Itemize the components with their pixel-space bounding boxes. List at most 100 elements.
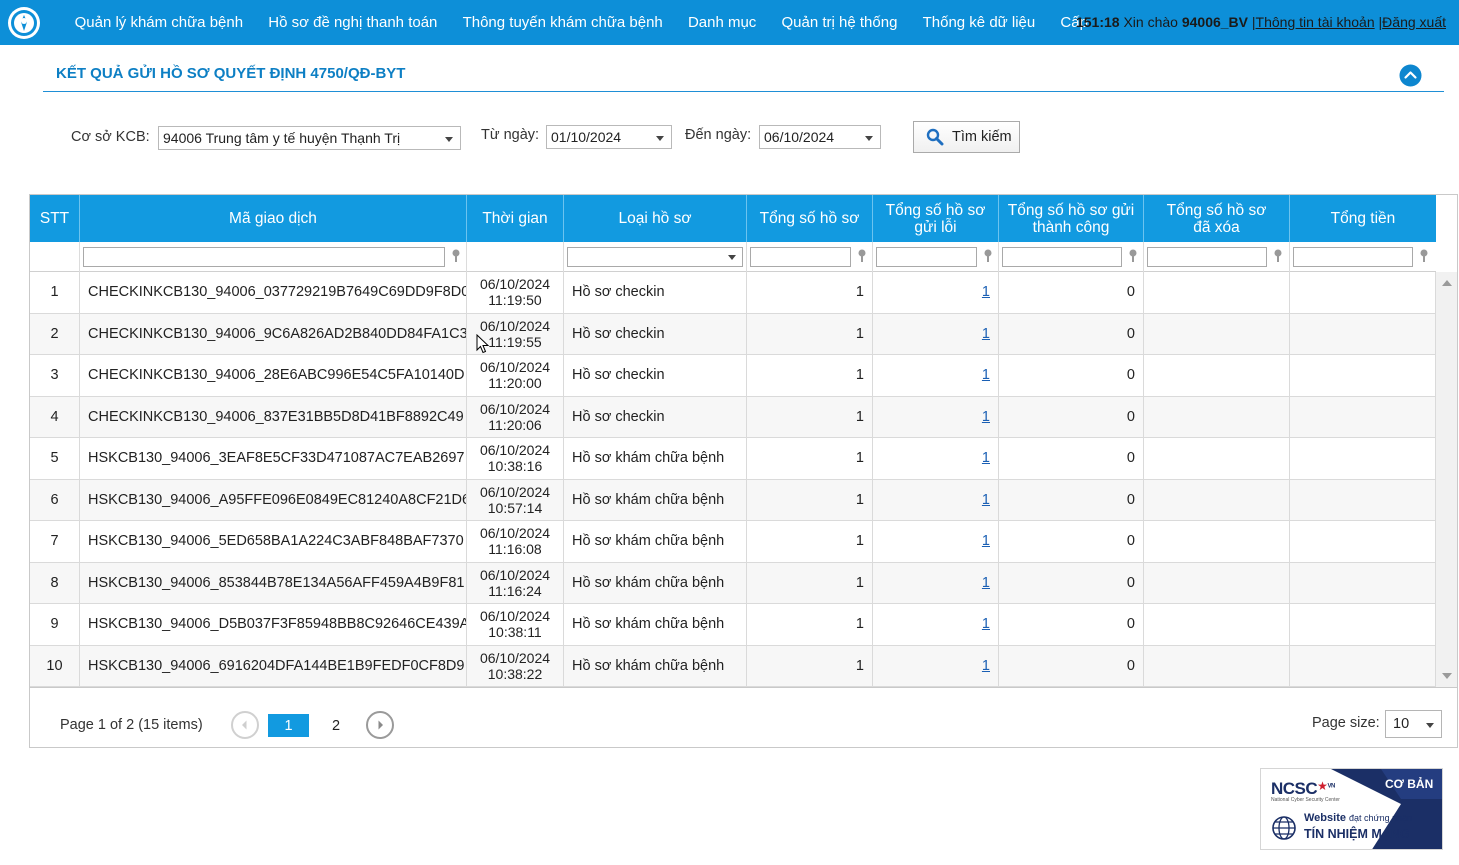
account-info-link[interactable]: Thông tin tài khoản (1256, 14, 1375, 30)
cell-stt-text: 6 (50, 491, 59, 508)
table-row[interactable]: 6 HSKCB130_94006_A95FFE096E0849EC81240A8C… (30, 479, 1436, 521)
cell-total: 1 (747, 479, 873, 520)
cell-success: 0 (999, 355, 1144, 396)
col-ma-giao-dich[interactable]: Mã giao dịch (80, 195, 467, 242)
filter-type-select[interactable] (567, 247, 743, 267)
scroll-up-icon[interactable] (1442, 280, 1452, 286)
table-row[interactable]: 9 HSKCB130_94006_D5B037F3F85948BB8C92646C… (30, 604, 1436, 646)
nav-ho-so-de-nghi-thanh-toan[interactable]: Hồ sơ đề nghị thanh toán (256, 14, 450, 31)
vertical-scrollbar[interactable] (1436, 272, 1457, 687)
error-count-link[interactable]: 1 (982, 450, 990, 466)
table-row[interactable]: 3 CHECKINKCB130_94006_28E6ABC996E54C5FA10… (30, 355, 1436, 397)
logout-link[interactable]: Đăng xuất (1382, 14, 1446, 30)
table-row[interactable]: 4 CHECKINKCB130_94006_837E31BB5D8D41BF889… (30, 396, 1436, 438)
cell-total-text: 1 (855, 284, 864, 301)
next-page-button[interactable] (366, 711, 394, 739)
cell-type: Hồ sơ khám chữa bệnh (564, 521, 747, 562)
cell-clock: 10:38:22 (487, 665, 543, 682)
error-count-link[interactable]: 1 (982, 409, 990, 425)
error-count-link[interactable]: 1 (982, 284, 990, 300)
filter-icon[interactable] (450, 249, 462, 263)
cell-total-text: 1 (855, 574, 864, 591)
cell-success: 0 (999, 438, 1144, 479)
nav-quan-ly-kham-chua-benh[interactable]: Quản lý khám chữa bệnh (62, 14, 256, 31)
error-count-link[interactable]: 1 (982, 367, 990, 383)
filter-total-input[interactable] (750, 247, 851, 267)
cell-error: 1 (873, 645, 999, 686)
badge-line1-bold: Website (1304, 812, 1346, 824)
cell-amount (1290, 479, 1436, 520)
to-date-value: 06/10/2024 (764, 129, 835, 145)
nav-thong-tuyen[interactable]: Thông tuyến khám chữa bệnh (450, 14, 675, 31)
cell-success: 0 (999, 521, 1144, 562)
collapse-chevron-up-icon[interactable] (1399, 64, 1422, 87)
ncsc-trust-badge[interactable]: NCSC★VN National Cyber Security Center C… (1260, 768, 1443, 850)
cell-total: 1 (747, 313, 873, 354)
table-row[interactable]: 5 HSKCB130_94006_3EAF8E5CF33D471087AC7EAB… (30, 438, 1436, 480)
col-thoi-gian[interactable]: Thời gian (467, 195, 564, 242)
table-row[interactable]: 1 CHECKINKCB130_94006_037729219B7649C69DD… (30, 272, 1436, 314)
nav-quan-tri-he-thong[interactable]: Quản trị hệ thống (769, 14, 910, 31)
cell-type-text: Hồ sơ checkin (572, 367, 665, 384)
cell-amount (1290, 645, 1436, 686)
filter-cell-stt (30, 242, 80, 272)
filter-success-input[interactable] (1002, 247, 1122, 267)
cell-code-text: CHECKINKCB130_94006_9C6A826AD2B840DD84FA… (88, 325, 467, 342)
cell-code: HSKCB130_94006_A95FFE096E0849EC81240A8CF… (80, 479, 467, 520)
col-stt[interactable]: STT (30, 195, 80, 242)
filter-icon[interactable] (1418, 249, 1430, 263)
cell-error: 1 (873, 521, 999, 562)
cell-code-text: HSKCB130_94006_A95FFE096E0849EC81240A8CF… (88, 491, 467, 508)
page-2-button[interactable]: 2 (326, 714, 346, 737)
cell-total-text: 1 (855, 450, 864, 467)
error-count-link[interactable]: 1 (982, 533, 990, 549)
error-count-link[interactable]: 1 (982, 575, 990, 591)
table-row[interactable]: 2 CHECKINKCB130_94006_9C6A826AD2B840DD84F… (30, 313, 1436, 355)
cell-date: 06/10/2024 (479, 525, 551, 542)
cell-success-text: 0 (1126, 450, 1135, 467)
filter-amount-input[interactable] (1293, 247, 1413, 267)
cell-type: Hồ sơ checkin (564, 355, 747, 396)
title-divider (43, 91, 1444, 92)
to-date-field[interactable]: 06/10/2024 (759, 125, 881, 149)
col-da-xoa[interactable]: Tổng số hồ sơ đã xóa (1144, 195, 1290, 242)
prev-page-button[interactable] (231, 711, 259, 739)
cell-deleted (1144, 396, 1290, 437)
filter-icon[interactable] (1127, 249, 1139, 263)
filter-deleted-input[interactable] (1147, 247, 1267, 267)
nav-danh-muc[interactable]: Danh mục (675, 14, 769, 31)
page-1-button[interactable]: 1 (268, 714, 309, 737)
cell-stt: 4 (30, 396, 80, 437)
table-row[interactable]: 8 HSKCB130_94006_853844B78E134A56AFF459A4… (30, 562, 1436, 604)
col-tong-so-ho-so[interactable]: Tổng số hồ sơ (747, 195, 873, 242)
table-row[interactable]: 10 HSKCB130_94006_6916204DFA144BE1B9FEDF0… (30, 645, 1436, 687)
globe-icon (1272, 816, 1296, 840)
error-count-link[interactable]: 1 (982, 492, 990, 508)
cell-amount (1290, 313, 1436, 354)
filter-error-input[interactable] (876, 247, 977, 267)
username: 94006_BV (1181, 14, 1249, 30)
cell-success-text: 0 (1126, 574, 1135, 591)
col-gui-loi[interactable]: Tổng số hồ sơ gửi lỗi (873, 195, 999, 242)
table-row[interactable]: 7 HSKCB130_94006_5ED658BA1A224C3ABF848BAF… (30, 521, 1436, 563)
error-count-link[interactable]: 1 (982, 326, 990, 342)
col-loai-ho-so[interactable]: Loại hồ sơ (564, 195, 747, 242)
error-count-link[interactable]: 1 (982, 658, 990, 674)
cell-error: 1 (873, 396, 999, 437)
logo-icon[interactable] (6, 5, 42, 41)
cell-type: Hồ sơ checkin (564, 272, 747, 313)
col-tong-tien[interactable]: Tổng tiền (1290, 195, 1436, 242)
filter-code-input[interactable] (83, 247, 445, 267)
filter-icon[interactable] (856, 249, 868, 263)
filter-icon[interactable] (982, 249, 994, 263)
page-size-select[interactable]: 10 (1385, 710, 1442, 738)
search-button[interactable]: Tìm kiếm (913, 121, 1020, 153)
from-date-field[interactable]: 01/10/2024 (546, 125, 672, 149)
scroll-down-icon[interactable] (1442, 673, 1452, 679)
col-gui-thanh-cong[interactable]: Tổng số hồ sơ gửi thành công (999, 195, 1144, 242)
facility-select[interactable]: 94006 Trung tâm y tế huyện Thạnh Trị (158, 126, 461, 150)
nav-thong-ke-du-lieu[interactable]: Thống kê dữ liệu (910, 14, 1048, 31)
error-count-link[interactable]: 1 (982, 616, 990, 632)
filter-icon[interactable] (1272, 249, 1284, 263)
cell-time: 06/10/2024 11:20:00 (467, 355, 564, 396)
